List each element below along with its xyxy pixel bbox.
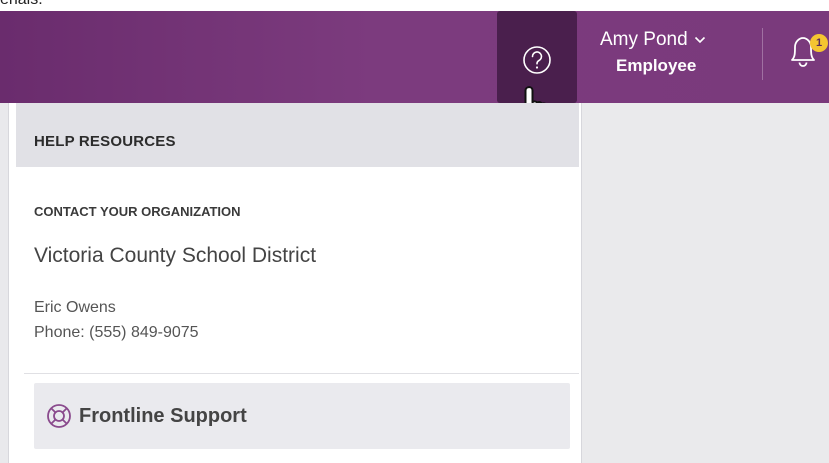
contact-details: Eric Owens Phone: (555) 849-9075 — [34, 295, 199, 345]
left-edge — [0, 103, 8, 463]
frontline-support-button[interactable]: Frontline Support — [34, 383, 570, 449]
lifebuoy-icon — [47, 404, 71, 428]
user-name: Amy Pond — [600, 29, 688, 50]
contact-name: Eric Owens — [34, 299, 116, 316]
notification-badge: 1 — [810, 34, 828, 52]
chevron-down-icon — [694, 36, 705, 43]
user-role: Employee — [616, 56, 697, 75]
contact-phone: Phone: (555) 849-9075 — [34, 324, 199, 341]
help-resources-title: HELP RESOURCES — [34, 133, 176, 150]
clipped-top-text: erials. — [0, 0, 829, 11]
organization-name: Victoria County School District — [34, 244, 317, 267]
frontline-support-label: Frontline Support — [79, 405, 247, 427]
header-divider — [762, 28, 763, 80]
user-menu[interactable]: Amy Pond Employee — [600, 30, 706, 74]
clipped-text: erials. — [0, 0, 43, 9]
page-background — [581, 103, 829, 463]
contact-label: CONTACT YOUR ORGANIZATION — [34, 204, 241, 219]
question-circle-icon — [523, 46, 551, 74]
